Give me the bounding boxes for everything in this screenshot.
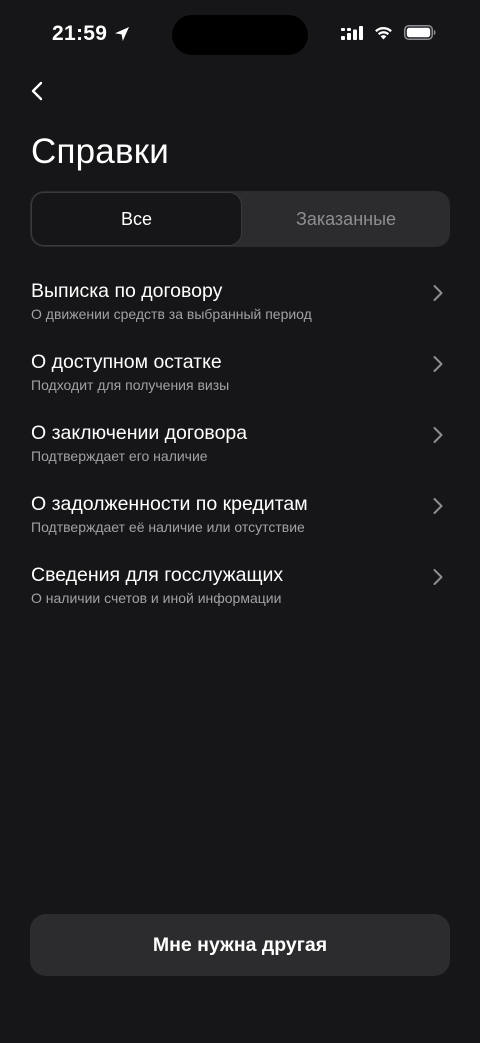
chevron-right-icon bbox=[433, 285, 443, 301]
list-item-title: О доступном остатке bbox=[31, 351, 222, 373]
list-item-title: О заключении договора bbox=[31, 422, 248, 444]
wifi-icon bbox=[375, 26, 392, 40]
location-arrow-icon bbox=[115, 27, 130, 41]
chevron-right-icon bbox=[433, 569, 443, 585]
chevron-right-icon bbox=[433, 498, 443, 514]
status-indicators bbox=[341, 25, 436, 40]
back-button[interactable] bbox=[22, 76, 52, 106]
list-item-title: Сведения для госслужащих bbox=[31, 564, 284, 586]
page-title: Справки bbox=[31, 132, 170, 171]
chevron-right-icon bbox=[433, 356, 443, 372]
list-item-civil-servants[interactable]: Сведения для госслужащих О наличии счето… bbox=[0, 556, 480, 627]
certificates-list: Выписка по договору О движении средств з… bbox=[0, 272, 480, 627]
list-item-subtitle: Подтверждает её наличие или отсутствие bbox=[31, 519, 305, 535]
list-item-title: Выписка по договору bbox=[31, 280, 223, 302]
status-time: 21:59 bbox=[52, 22, 108, 45]
tab-ordered[interactable]: Заказанные bbox=[242, 191, 450, 247]
tab-all[interactable]: Все bbox=[31, 192, 242, 246]
list-item-subtitle: О движении средств за выбранный период bbox=[31, 306, 312, 322]
list-item-title: О задолженности по кредитам bbox=[31, 493, 308, 515]
battery-icon bbox=[404, 25, 436, 40]
tabs-segmented-control: Все Заказанные bbox=[30, 191, 450, 247]
list-item-loan-debt[interactable]: О задолженности по кредитам Подтверждает… bbox=[0, 485, 480, 556]
chevron-right-icon bbox=[433, 427, 443, 443]
chevron-left-icon bbox=[31, 81, 43, 101]
dynamic-island bbox=[172, 15, 308, 55]
list-item-subtitle: О наличии счетов и иной информации bbox=[31, 590, 282, 606]
list-item-contract-statement[interactable]: Выписка по договору О движении средств з… bbox=[0, 272, 480, 343]
list-item-available-balance[interactable]: О доступном остатке Подходит для получен… bbox=[0, 343, 480, 414]
status-bar: 21:59 bbox=[0, 0, 480, 70]
status-time-group: 21:59 bbox=[52, 22, 131, 46]
list-item-subtitle: Подходит для получения визы bbox=[31, 377, 230, 393]
need-other-button[interactable]: Мне нужна другая bbox=[30, 914, 450, 976]
cellular-signal-icon bbox=[341, 25, 363, 40]
list-item-subtitle: Подтверждает его наличие bbox=[31, 448, 208, 464]
list-item-contract-conclusion[interactable]: О заключении договора Подтверждает его н… bbox=[0, 414, 480, 485]
